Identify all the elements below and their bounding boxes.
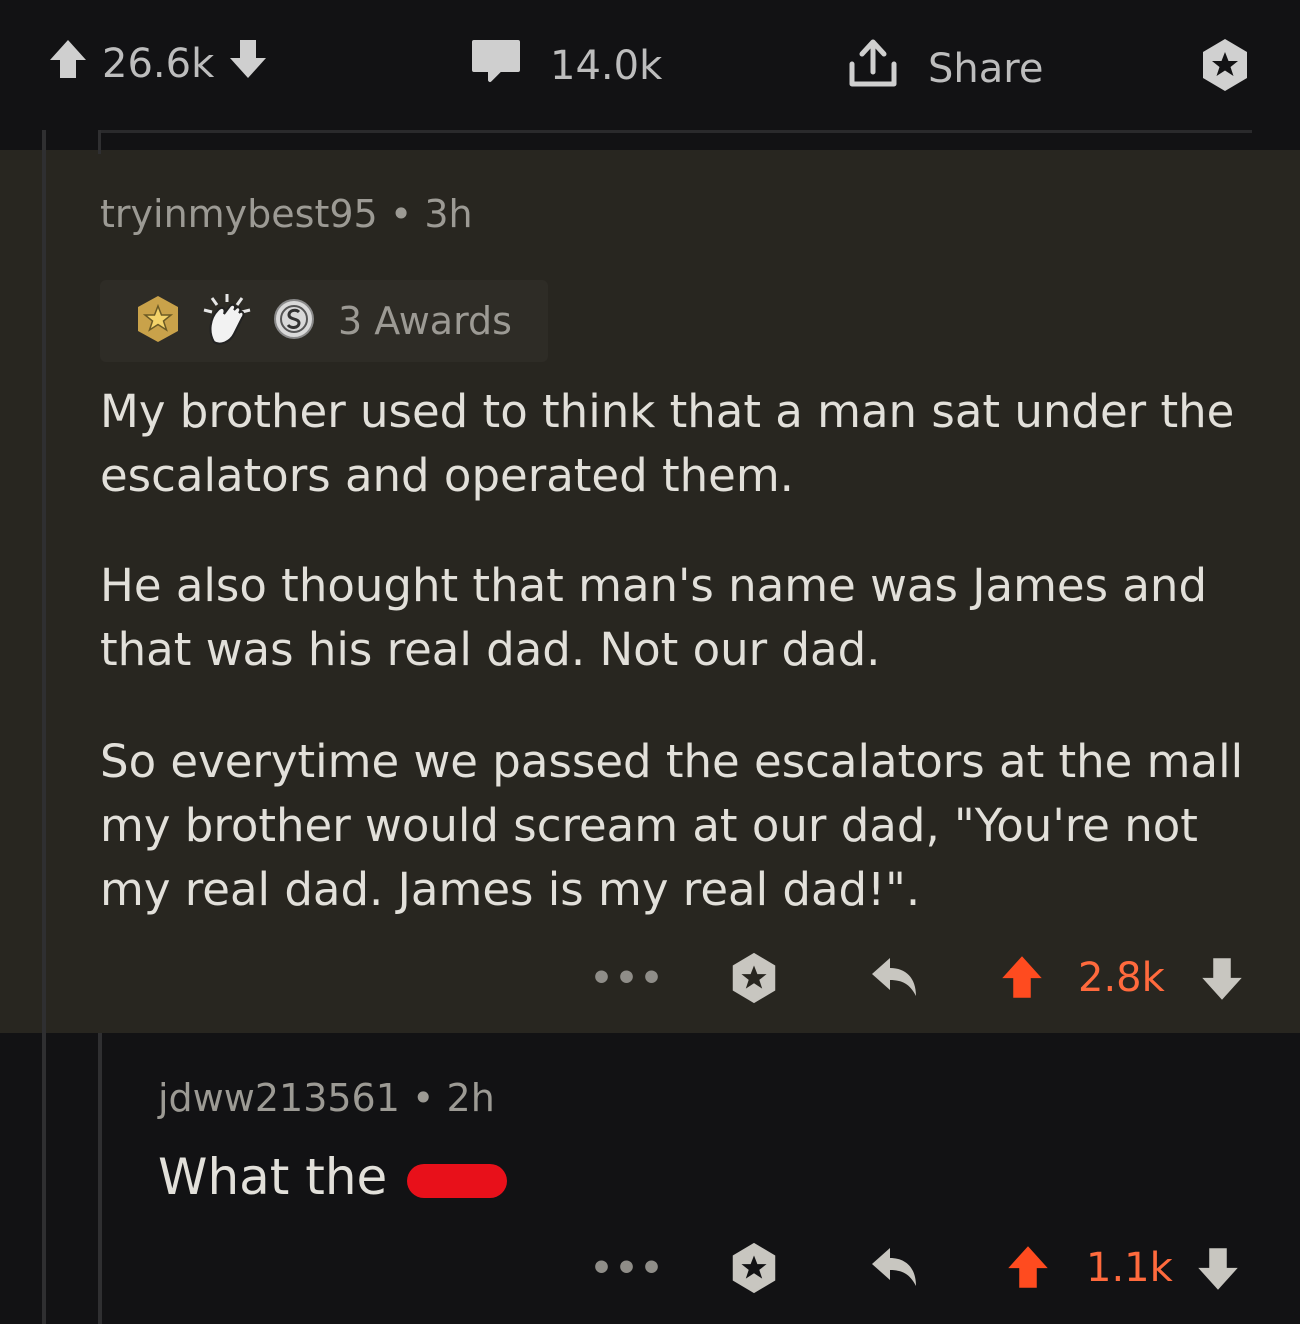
- share-button[interactable]: Share: [846, 38, 1043, 100]
- meta-separator: •: [412, 1076, 435, 1120]
- awards-badge[interactable]: 3 Awards: [100, 280, 548, 362]
- reply-score: 1.1k: [1086, 1245, 1173, 1291]
- meta-separator: •: [389, 192, 413, 236]
- comment-paragraph: My brother used to think that a man sat …: [100, 385, 1235, 502]
- post-award-button[interactable]: [1196, 36, 1254, 104]
- post-action-bar: 26.6k 14.0k Share: [0, 0, 1300, 130]
- downvote-icon[interactable]: [1196, 1246, 1240, 1296]
- reply-icon[interactable]: [868, 954, 922, 1004]
- clapping-hands-award-icon: [200, 292, 254, 350]
- comment-author[interactable]: tryinmybest95: [100, 192, 378, 236]
- divider: [100, 130, 1252, 133]
- gold-star-award-icon: [134, 294, 182, 348]
- comment-paragraph: He also thought that man's name was Jame…: [100, 559, 1208, 676]
- thread-line-nested[interactable]: [98, 130, 101, 154]
- award-icon[interactable]: [726, 1240, 782, 1300]
- post-comment-count: 14.0k: [550, 43, 663, 89]
- comment-icon: [470, 38, 522, 94]
- reply-text: What the: [158, 1148, 388, 1206]
- reply-body: What the: [158, 1148, 508, 1206]
- reply-meta: jdww213561 • 2h: [158, 1076, 495, 1120]
- more-options-icon[interactable]: •••: [590, 1248, 665, 1289]
- post-comments-button[interactable]: 14.0k: [470, 38, 662, 94]
- award-icon: [1196, 36, 1254, 104]
- reply-age: 2h: [446, 1076, 495, 1120]
- share-label: Share: [928, 46, 1044, 92]
- comment-score: 2.8k: [1078, 955, 1165, 1001]
- redaction-mark: [407, 1164, 508, 1198]
- downvote-icon[interactable]: [228, 38, 268, 90]
- upvote-icon[interactable]: [1000, 954, 1044, 1004]
- more-options-icon[interactable]: •••: [590, 958, 665, 999]
- share-icon: [846, 38, 900, 100]
- awards-count-label: 3 Awards: [338, 299, 512, 343]
- thread-line-reply[interactable]: [98, 1033, 102, 1324]
- award-icon[interactable]: [726, 950, 782, 1010]
- comment-meta: tryinmybest95 • 3h: [100, 192, 473, 236]
- post-vote-count: 26.6k: [102, 41, 215, 87]
- upvote-icon[interactable]: [48, 38, 88, 90]
- downvote-icon[interactable]: [1200, 956, 1244, 1006]
- post-vote-group: 26.6k: [48, 38, 268, 90]
- reply-author[interactable]: jdww213561: [158, 1076, 400, 1120]
- upvote-icon[interactable]: [1006, 1244, 1050, 1294]
- reply-icon[interactable]: [868, 1244, 922, 1294]
- comment-age: 3h: [424, 192, 473, 236]
- thread-line[interactable]: [42, 130, 46, 1324]
- silver-award-icon: [272, 297, 316, 345]
- comment-paragraph: So everytime we passed the escalators at…: [100, 735, 1244, 916]
